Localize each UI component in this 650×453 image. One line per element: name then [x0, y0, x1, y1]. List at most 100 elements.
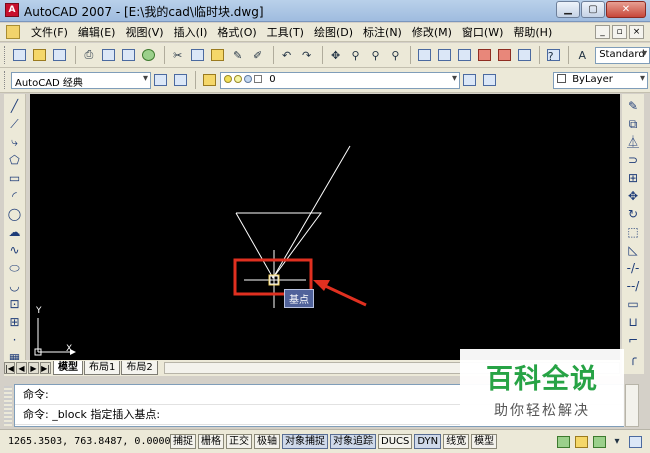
ellipse-arc-icon[interactable]: ◡: [7, 278, 23, 294]
help-icon[interactable]: ?: [544, 46, 562, 64]
revision-cloud-icon[interactable]: ☁: [7, 224, 23, 240]
spline-icon[interactable]: ∿: [7, 242, 23, 258]
menu-help[interactable]: 帮助(H): [508, 24, 557, 40]
doc-close-button[interactable]: ×: [629, 25, 644, 39]
layer-properties-icon[interactable]: [200, 71, 218, 89]
menu-draw[interactable]: 绘图(D): [309, 24, 358, 40]
properties-icon[interactable]: [415, 46, 433, 64]
stretch-icon[interactable]: ◺: [625, 242, 641, 258]
annotation-icon[interactable]: [592, 435, 606, 449]
make-block-icon[interactable]: ⊞: [7, 314, 23, 330]
coordinate-readout[interactable]: 1265.3503, 763.8487, 0.0000: [8, 436, 171, 447]
save-icon[interactable]: [51, 46, 69, 64]
calculator-icon[interactable]: [515, 46, 533, 64]
fillet-icon[interactable]: ╭: [625, 350, 641, 366]
arc-icon[interactable]: ◜: [7, 188, 23, 204]
tab-last-button[interactable]: ▶|: [40, 362, 51, 374]
undo-icon[interactable]: ↶: [278, 46, 296, 64]
autocad-logo-icon[interactable]: A: [5, 3, 19, 17]
pan-icon[interactable]: ✥: [327, 46, 345, 64]
toggle-osnap[interactable]: 对象捕捉: [282, 434, 328, 449]
markup-icon[interactable]: [495, 46, 513, 64]
tool-palettes-icon[interactable]: [455, 46, 473, 64]
new-file-icon[interactable]: [11, 46, 29, 64]
circle-icon[interactable]: ◯: [7, 206, 23, 222]
tab-model[interactable]: 模型: [53, 361, 83, 375]
layer-previous-icon[interactable]: [480, 71, 498, 89]
toggle-otrack[interactable]: 对象追踪: [330, 434, 376, 449]
point-icon[interactable]: ·: [7, 332, 23, 348]
make-object-layer-current-icon[interactable]: [460, 71, 478, 89]
join-icon[interactable]: ⊔: [625, 314, 641, 330]
maximize-button[interactable]: ▢: [581, 1, 605, 18]
tab-layout1[interactable]: 布局1: [84, 361, 121, 375]
redo-icon[interactable]: ↷: [298, 46, 316, 64]
toolbar-grip[interactable]: [4, 71, 7, 89]
mirror-icon[interactable]: ⏅: [625, 134, 641, 150]
copy-object-icon[interactable]: ⧉: [625, 116, 641, 132]
text-style-icon[interactable]: A: [573, 46, 591, 64]
close-button[interactable]: ✕: [606, 1, 646, 18]
sheet-set-icon[interactable]: [475, 46, 493, 64]
toggle-ducs[interactable]: DUCS: [378, 434, 413, 449]
polygon-icon[interactable]: ⬠: [7, 152, 23, 168]
print-icon[interactable]: ⎙: [80, 46, 98, 64]
menu-view[interactable]: 视图(V): [120, 24, 168, 40]
doc-minimize-button[interactable]: _: [595, 25, 610, 39]
command-scrollbar[interactable]: [625, 384, 639, 427]
menu-file[interactable]: 文件(F): [26, 24, 73, 40]
tab-layout2[interactable]: 布局2: [121, 361, 158, 375]
menu-dimension[interactable]: 标注(N): [358, 24, 407, 40]
construction-line-icon[interactable]: ⟋: [7, 116, 23, 132]
toggle-polar[interactable]: 极轴: [254, 434, 280, 449]
publish-icon[interactable]: [120, 46, 138, 64]
ellipse-icon[interactable]: ⬭: [7, 260, 23, 276]
rotate-icon[interactable]: ↻: [625, 206, 641, 222]
toolbar-grip[interactable]: [4, 46, 7, 64]
match-properties-icon[interactable]: ✎: [229, 46, 247, 64]
zoom-window-icon[interactable]: ⚲: [367, 46, 385, 64]
command-window-grip[interactable]: [4, 386, 12, 426]
extend-icon[interactable]: --/: [625, 278, 641, 294]
scale-icon[interactable]: ⬚: [625, 224, 641, 240]
toggle-snap[interactable]: 捕捉: [170, 434, 196, 449]
array-icon[interactable]: ⊞: [625, 170, 641, 186]
break-icon[interactable]: ▭: [625, 296, 641, 312]
line-icon[interactable]: ╱: [7, 98, 23, 114]
clean-screen-icon[interactable]: [628, 435, 642, 449]
status-menu-icon[interactable]: ▾: [610, 435, 624, 449]
insert-block-icon[interactable]: ⊡: [7, 296, 23, 312]
move-icon[interactable]: ✥: [625, 188, 641, 204]
menu-format[interactable]: 格式(O): [212, 24, 261, 40]
lock-icon[interactable]: [574, 435, 588, 449]
toggle-dyn[interactable]: DYN: [414, 434, 442, 449]
workspace-settings-icon[interactable]: [151, 71, 169, 89]
polyline-icon[interactable]: ⤷: [7, 134, 23, 150]
text-style-select[interactable]: Standard: [595, 46, 650, 64]
menu-modify[interactable]: 修改(M): [407, 24, 457, 40]
drawing-canvas[interactable]: Y X 基点: [30, 94, 620, 360]
menu-edit[interactable]: 编辑(E): [73, 24, 121, 40]
tab-first-button[interactable]: |◀: [4, 362, 15, 374]
3d-dwf-icon[interactable]: [140, 46, 158, 64]
offset-icon[interactable]: ⊃: [625, 152, 641, 168]
plot-preview-icon[interactable]: [100, 46, 118, 64]
document-icon[interactable]: [6, 25, 20, 39]
zoom-previous-icon[interactable]: ⚲: [386, 46, 404, 64]
open-file-icon[interactable]: [31, 46, 49, 64]
trim-icon[interactable]: -/-: [625, 260, 641, 276]
rectangle-icon[interactable]: ▭: [7, 170, 23, 186]
menu-tools[interactable]: 工具(T): [262, 24, 309, 40]
erase-icon[interactable]: ✎: [625, 98, 641, 114]
layer-select[interactable]: 0: [220, 71, 460, 89]
doc-restore-button[interactable]: ▫: [612, 25, 627, 39]
design-center-icon[interactable]: [435, 46, 453, 64]
paste-icon[interactable]: [209, 46, 227, 64]
menu-window[interactable]: 窗口(W): [457, 24, 508, 40]
minimize-button[interactable]: ▁: [556, 1, 580, 18]
workspace-select[interactable]: AutoCAD 经典: [11, 71, 151, 89]
block-editor-icon[interactable]: ✐: [249, 46, 267, 64]
menu-insert[interactable]: 插入(I): [169, 24, 213, 40]
workspace-save-icon[interactable]: [171, 71, 189, 89]
tab-next-button[interactable]: ▶: [28, 362, 39, 374]
